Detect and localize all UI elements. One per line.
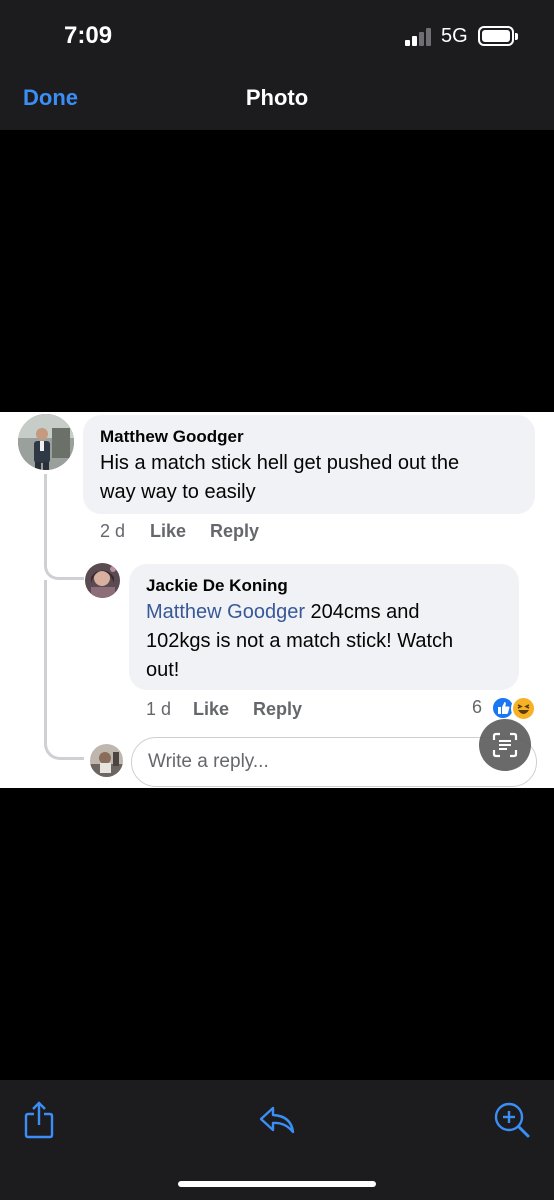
reply-author[interactable]: Jackie De Koning <box>146 576 288 596</box>
comment-author[interactable]: Matthew Goodger <box>100 427 244 447</box>
live-text-icon <box>492 732 518 758</box>
reply-text: 204cms and <box>304 601 420 623</box>
haha-reaction-icon <box>511 696 536 721</box>
reply-button[interactable]: Reply <box>210 521 259 542</box>
zoom-in-icon[interactable] <box>492 1100 532 1140</box>
comment-text-line: way way to easily <box>100 481 256 503</box>
done-button[interactable]: Done <box>23 85 78 111</box>
avatar <box>85 563 120 598</box>
thread-line <box>44 474 84 580</box>
reply-button[interactable]: Reply <box>253 699 302 720</box>
reply-text-line: out! <box>146 659 180 681</box>
mention-link[interactable]: Matthew Goodger <box>146 601 305 623</box>
comment-age: 2 d <box>100 521 126 541</box>
status-time: 7:09 <box>64 22 113 49</box>
live-text-button[interactable] <box>479 719 531 771</box>
avatar <box>18 414 74 470</box>
share-icon[interactable] <box>22 1100 56 1140</box>
comment-text-line: His a match stick hell get pushed out th… <box>100 452 460 474</box>
thread-line <box>44 580 84 760</box>
reply-text-line: Matthew Goodger 204cms and <box>146 598 420 627</box>
reply-input[interactable]: Write a reply... <box>131 737 537 787</box>
reply-text-line: 102kgs is not a match stick! Watch <box>146 630 454 652</box>
like-button[interactable]: Like <box>193 699 229 720</box>
network-type: 5G <box>441 25 468 47</box>
avatar <box>90 744 123 777</box>
home-indicator[interactable] <box>178 1181 376 1187</box>
reply-age: 1 d <box>146 699 172 719</box>
page-title: Photo <box>245 85 309 110</box>
battery-icon <box>478 26 518 46</box>
signal-icon <box>405 28 433 46</box>
reply-input-placeholder: Write a reply... <box>148 751 269 772</box>
like-button[interactable]: Like <box>150 521 186 542</box>
reaction-count[interactable]: 6 <box>472 697 482 718</box>
top-bar: 7:09 5G Done Photo <box>0 0 554 130</box>
reply-arrow-icon[interactable] <box>258 1104 296 1136</box>
